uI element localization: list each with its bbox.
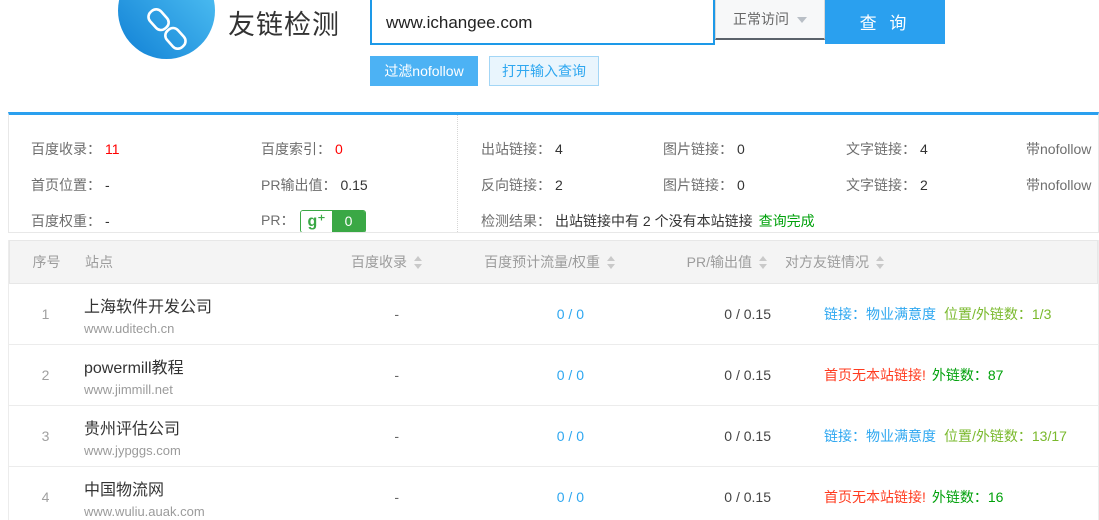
stat-text-links-2: 文字链接：2 (846, 175, 1026, 195)
header-site: 站点 (77, 252, 302, 272)
stat-baidu-collect: 百度收录：11 (31, 139, 261, 159)
stat-backward-links: 反向链接：2 (481, 175, 663, 195)
friend-links-table: 序号 站点 百度收录 百度预计流量/权重 PR/输出值 对方友链情况 1 上 (8, 240, 1099, 520)
table-row: 1 上海软件开发公司 www.uditech.cn - 0 / 0 0 / 0.… (9, 284, 1098, 345)
baidu-collect-value: - (301, 489, 431, 505)
stat-image-links-1: 图片链接：0 (663, 139, 846, 159)
google-pr-badge: g⁺0 (300, 210, 366, 233)
stat-pr-output: PR输出值：0.15 (261, 175, 368, 195)
header-pr[interactable]: PR/输出值 (617, 252, 777, 272)
pr-value: 0 / 0.15 (616, 489, 776, 505)
stat-nofollow-1: 带nofollow (1026, 139, 1091, 159)
anchor-text-link[interactable]: 链接：物业满意度 (824, 306, 936, 322)
detection-result: 检测结果： 出站链接中有 2 个没有本站链接 查询完成 (481, 203, 1098, 233)
traffic-link[interactable]: 0 / 0 (431, 306, 616, 322)
site-name-link[interactable]: 上海软件开发公司 (84, 293, 301, 317)
traffic-link[interactable]: 0 / 0 (431, 428, 616, 444)
access-mode-value: 正常访问 (733, 9, 789, 29)
summary-left-group: 百度收录：11 百度索引：0 首页位置：- PR输出值：0.15 百度权重：- (9, 115, 458, 232)
query-button[interactable]: 查 询 (825, 0, 945, 44)
friend-link-checker-page: 友链检测 正常访问 查 询 过滤nofollow 打开输入查询 百度收录：11 … (0, 0, 1099, 520)
table-row: 3 贵州评估公司 www.jypggs.com - 0 / 0 0 / 0.15… (9, 406, 1098, 467)
row-index: 4 (9, 489, 76, 505)
friend-link-status-cell: 链接：物业满意度位置/外链数：1/3 (776, 304, 1098, 324)
stat-nofollow-2: 带nofollow (1026, 175, 1091, 195)
google-pr-icon: g⁺ (301, 211, 331, 232)
site-url: www.wuliu.auak.com (84, 504, 301, 519)
open-input-query-button[interactable]: 打开输入查询 (489, 56, 599, 86)
friend-link-status-cell: 首页无本站链接! 外链数：16 (776, 487, 1098, 507)
friend-link-status-cell: 链接：物业满意度位置/外链数：13/17 (776, 426, 1098, 446)
site-url: www.uditech.cn (84, 321, 301, 336)
header-friend-link-status[interactable]: 对方友链情况 (777, 252, 1097, 272)
sort-icon[interactable] (759, 256, 767, 269)
row-index: 1 (9, 306, 76, 322)
friend-link-status-cell: 首页无本站链接! 外链数：87 (776, 365, 1098, 385)
page-title: 友链检测 (228, 3, 340, 42)
table-row: 2 powermill教程 www.jimmill.net - 0 / 0 0 … (9, 345, 1098, 406)
row-index: 2 (9, 367, 76, 383)
header-traffic[interactable]: 百度预计流量/权重 (432, 252, 617, 272)
site-url: www.jypggs.com (84, 443, 301, 458)
summary-panel: 百度收录：11 百度索引：0 首页位置：- PR输出值：0.15 百度权重：- (8, 112, 1099, 233)
no-backlink-warning: 首页无本站链接! (824, 367, 926, 383)
filter-nofollow-button[interactable]: 过滤nofollow (370, 56, 478, 86)
pr-value: 0 / 0.15 (616, 428, 776, 444)
query-complete-status: 查询完成 (759, 211, 815, 231)
pr-value: 0 / 0.15 (616, 306, 776, 322)
header-baidu-collect[interactable]: 百度收录 (302, 252, 432, 272)
site-name-link[interactable]: 贵州评估公司 (84, 415, 301, 439)
sort-icon[interactable] (607, 256, 615, 269)
site-cell: 中国物流网 www.wuliu.auak.com (76, 476, 301, 519)
outlinks-count: 外链数：16 (932, 489, 1004, 505)
stat-pagerank: PR：g⁺0 (261, 210, 366, 233)
url-search-input[interactable] (370, 0, 715, 45)
table-header-row: 序号 站点 百度收录 百度预计流量/权重 PR/输出值 对方友链情况 (9, 240, 1098, 284)
baidu-collect-value: - (301, 306, 431, 322)
stat-image-links-2: 图片链接：0 (663, 175, 846, 195)
site-cell: 贵州评估公司 www.jypggs.com (76, 415, 301, 458)
baidu-collect-value: - (301, 367, 431, 383)
position-outlinks: 位置/外链数：1/3 (944, 306, 1051, 322)
site-url: www.jimmill.net (84, 382, 301, 397)
site-cell: 上海软件开发公司 www.uditech.cn (76, 293, 301, 336)
sort-icon[interactable] (876, 256, 884, 269)
site-cell: powermill教程 www.jimmill.net (76, 354, 301, 397)
link-icon (141, 3, 193, 55)
tool-logo (118, 0, 215, 59)
traffic-link[interactable]: 0 / 0 (431, 367, 616, 383)
table-row: 4 中国物流网 www.wuliu.auak.com - 0 / 0 0 / 0… (9, 467, 1098, 520)
traffic-link[interactable]: 0 / 0 (431, 489, 616, 505)
stat-outbound-links: 出站链接：4 (481, 139, 663, 159)
site-name-link[interactable]: 中国物流网 (84, 476, 301, 500)
pr-badge-value: 0 (332, 211, 366, 232)
summary-right-group: 出站链接：4 图片链接：0 文字链接：4 带nofollow 反向链接：2 图片… (458, 115, 1098, 232)
position-outlinks: 位置/外链数：13/17 (944, 428, 1067, 444)
header-index: 序号 (10, 252, 77, 272)
site-name-link[interactable]: powermill教程 (84, 354, 301, 378)
pr-value: 0 / 0.15 (616, 367, 776, 383)
anchor-text-link[interactable]: 链接：物业满意度 (824, 428, 936, 444)
stat-baidu-index: 百度索引：0 (261, 139, 343, 159)
access-mode-dropdown[interactable]: 正常访问 (715, 0, 825, 40)
sort-icon[interactable] (414, 256, 422, 269)
row-index: 3 (9, 428, 76, 444)
stat-text-links-1: 文字链接：4 (846, 139, 1026, 159)
stat-baidu-weight: 百度权重：- (31, 211, 261, 231)
chevron-down-icon (797, 17, 807, 23)
stat-home-position: 首页位置：- (31, 175, 261, 195)
outlinks-count: 外链数：87 (932, 367, 1004, 383)
no-backlink-warning: 首页无本站链接! (824, 489, 926, 505)
baidu-collect-value: - (301, 428, 431, 444)
